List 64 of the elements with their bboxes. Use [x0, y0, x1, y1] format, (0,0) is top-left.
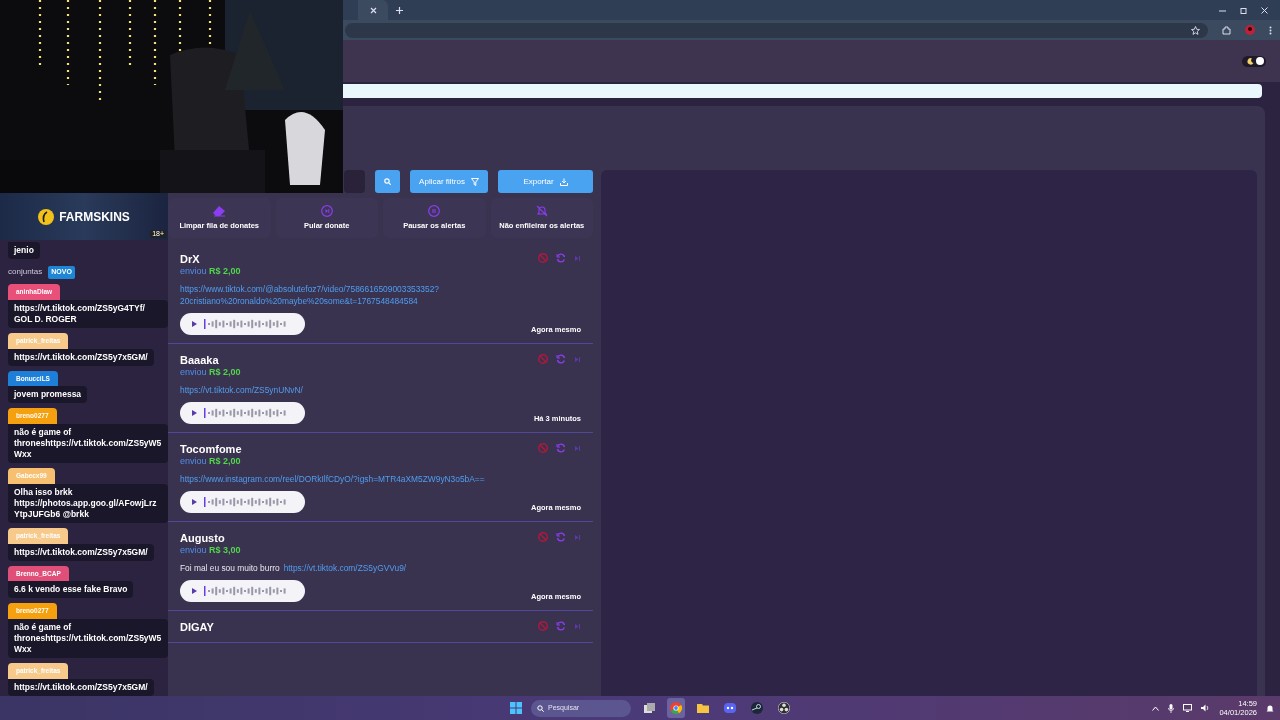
audio-player[interactable] — [180, 402, 305, 424]
audio-player[interactable] — [180, 491, 305, 513]
chat-message: jenio — [8, 242, 40, 259]
windows-icon[interactable] — [510, 702, 522, 714]
message-link[interactable]: https://vt.tiktok.com/ZS5yGVVu9/ — [283, 562, 407, 574]
windows-stack-icon — [643, 702, 655, 714]
donation-amount: enviou R$ 2,00 — [180, 367, 241, 378]
chat-message: https://vt.tiktok.com/ZS5yG4TYf/ GOL D. ROGER — [8, 299, 168, 328]
audio-player[interactable] — [180, 313, 305, 335]
folder-icon — [697, 702, 709, 714]
chat-message: 6.6 k vendo esse fake Bravo — [8, 581, 134, 599]
sidebar-item[interactable]: conjuntas — [8, 266, 43, 279]
message-link[interactable]: https://www.instagram.com/reel/DORkIlfCDyO/?igsh=MTR4aXM5ZW9yN3o5bA== — [180, 473, 485, 485]
game-client-icon — [751, 702, 763, 714]
chat-message: jovem promessa — [8, 386, 88, 404]
play-icon[interactable] — [192, 410, 198, 416]
monitor-icon[interactable] — [1183, 704, 1193, 712]
donation-amount: enviou R$ 2,00 — [180, 266, 241, 277]
play-icon[interactable] — [192, 588, 198, 594]
message-link[interactable]: 20cristiano%20ronaldo%20maybe%20some&t=1767548484584 — [180, 295, 418, 307]
search-icon — [384, 178, 391, 185]
donation-amount: enviou R$ 3,00 — [180, 545, 241, 556]
microphone-icon[interactable] — [1168, 703, 1175, 713]
close-icon[interactable] — [369, 6, 377, 14]
eraser-icon — [212, 204, 227, 217]
browser-icon — [670, 702, 682, 714]
skip-icon — [320, 204, 333, 217]
donor-name: Tocomfome — [180, 443, 242, 456]
download-icon — [559, 177, 568, 186]
donor-name: Baaaka — [180, 354, 220, 367]
bell-off-icon — [535, 204, 548, 217]
more-icon[interactable] — [1269, 25, 1272, 35]
recorder-icon — [778, 702, 790, 714]
restore-icon[interactable] — [1240, 6, 1247, 14]
avatar-icon[interactable] — [1245, 25, 1255, 35]
donation-amount: enviou R$ 2,00 — [180, 456, 242, 467]
speaker-icon[interactable] — [1201, 704, 1211, 712]
donor-name: DIGAY — [180, 621, 214, 634]
chat-message: não é game of throneshttps://vt.tiktok.com/ZS5yW5Wxx — [8, 619, 168, 658]
chat-message: não é game of throneshttps://vt.tiktok.com/ZS5yW5Wxx — [8, 424, 168, 463]
play-icon[interactable] — [192, 499, 198, 505]
donor-name: DrX — [180, 253, 201, 266]
moon-icon — [1247, 57, 1254, 65]
plus-icon[interactable] — [396, 6, 403, 14]
message-link[interactable]: https://www.tiktok.com/@absolutefoz7/video/7586616509003353352? — [180, 283, 439, 295]
theme-toggle[interactable] — [1242, 55, 1266, 67]
message-text: Foi mal eu sou muito burro — [180, 562, 280, 574]
play-icon[interactable] — [192, 321, 198, 327]
star-icon[interactable] — [1191, 25, 1200, 35]
filter-icon — [470, 177, 479, 186]
message-link[interactable]: https://vt.tiktok.com/ZS5ynUNvN/ — [180, 384, 303, 396]
audio-player[interactable] — [180, 580, 305, 602]
close-icon[interactable] — [1261, 6, 1268, 14]
bell-icon[interactable] — [1266, 703, 1274, 713]
chat-app-icon — [724, 702, 736, 714]
donor-name: Augusto — [180, 532, 226, 545]
pause-icon — [428, 204, 441, 217]
chevron-up-icon[interactable] — [1152, 705, 1160, 711]
search-icon — [537, 704, 544, 712]
chat-message: Olha isso brkk https://photos.app.goo.gl/AFowjLrzYtpJUFGb6 @brkk — [8, 483, 168, 523]
logo-icon — [38, 208, 55, 225]
sponsor-name: FARMSKINS — [59, 208, 130, 226]
search-field[interactable] — [344, 170, 365, 193]
search-button[interactable] — [375, 170, 400, 193]
